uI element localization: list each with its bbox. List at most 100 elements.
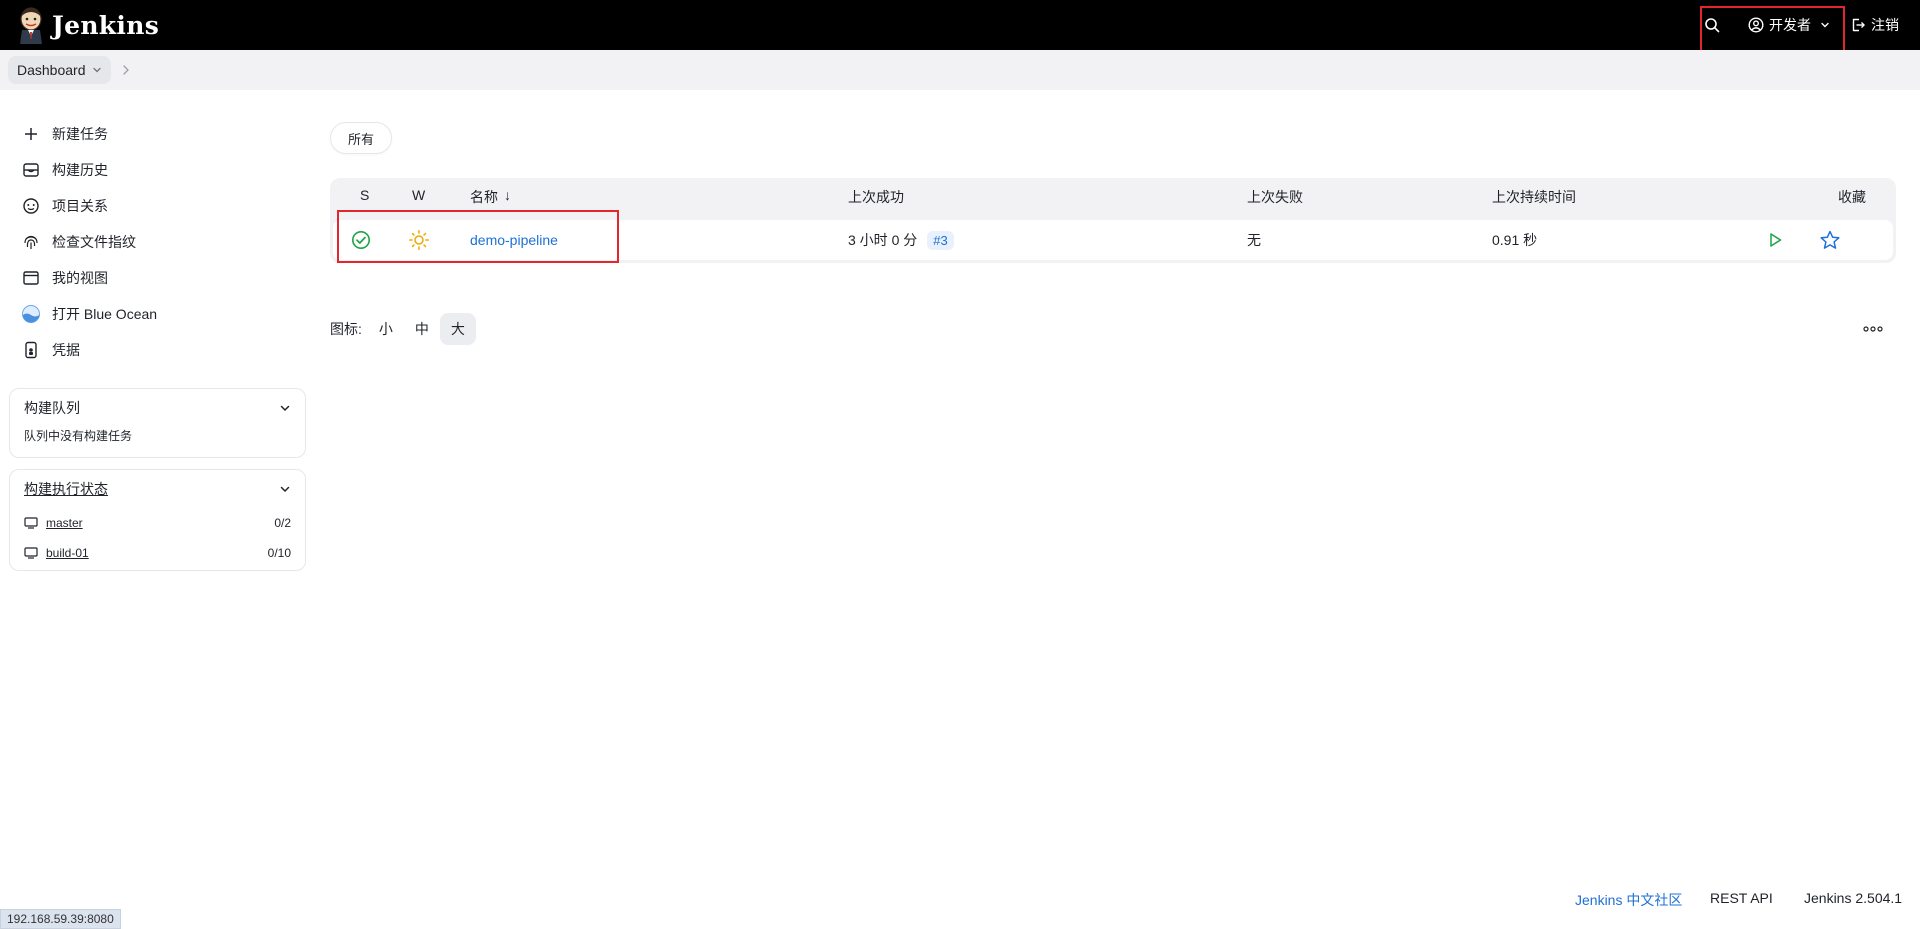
build-queue-empty-text: 队列中没有构建任务 [24, 429, 133, 443]
sidebar-tasks: 新建任务 构建历史 项目关系 检查文件指纹 我的视图 打开 Blue Ocean [20, 116, 310, 368]
footer-version[interactable]: Jenkins 2.504.1 [1804, 890, 1902, 906]
sidebar-item-build-history[interactable]: 构建历史 [20, 152, 310, 188]
success-status-icon[interactable] [351, 230, 371, 250]
executor-node-link[interactable]: master [46, 516, 83, 530]
user-icon [1748, 17, 1764, 33]
relationship-icon [20, 195, 42, 217]
jenkins-brand-name: Jenkins [52, 10, 160, 40]
build-queue-panel: 构建队列 队列中没有构建任务 [9, 388, 306, 458]
executor-list: master 0/2 build-01 0/10 [10, 508, 305, 576]
footer-rest-api-link[interactable]: REST API [1710, 890, 1773, 906]
chevron-down-icon [92, 67, 101, 73]
sidebar-item-label: 凭据 [52, 342, 80, 358]
column-header-weather[interactable]: W [412, 187, 425, 203]
job-last-success-cell: 3 小时 0 分 #3 [848, 220, 954, 260]
logout-icon [1852, 18, 1865, 32]
blue-ocean-icon [20, 303, 42, 325]
sidebar-item-fingerprint[interactable]: 检查文件指纹 [20, 224, 310, 260]
search-icon [1705, 18, 1720, 33]
job-status-cell [351, 220, 371, 260]
job-last-duration-cell: 0.91 秒 [1492, 220, 1537, 260]
executor-status-header[interactable]: 构建执行状态 [10, 470, 305, 508]
column-header-name[interactable]: 名称 ↓ [470, 187, 511, 207]
column-header-status[interactable]: S [360, 187, 369, 203]
sort-arrow-icon: ↓ [504, 187, 511, 203]
status-bar-url: 192.168.59.39:8080 [0, 909, 121, 929]
computer-icon [24, 517, 38, 529]
job-weather-cell [408, 220, 430, 260]
icon-size-selector: 图标: 小 中 大 [330, 313, 476, 345]
sidebar-item-new-job[interactable]: 新建任务 [20, 116, 310, 152]
status-url-text: 192.168.59.39:8080 [7, 912, 114, 926]
sidebar-item-blue-ocean[interactable]: 打开 Blue Ocean [20, 296, 310, 332]
tab-all-label: 所有 [347, 131, 374, 147]
footer-community-link[interactable]: Jenkins 中文社区 [1575, 890, 1682, 910]
sidebar-item-label: 我的视图 [52, 270, 108, 286]
logout-label: 注销 [1871, 17, 1899, 33]
breadcrumb-dashboard[interactable]: Dashboard [8, 56, 111, 84]
sidebar-item-label: 项目关系 [52, 198, 108, 214]
build-queue-title: 构建队列 [24, 400, 80, 416]
star-icon[interactable] [1819, 229, 1841, 251]
executor-node-status: 0/2 [274, 516, 291, 530]
job-build-cell [1766, 220, 1784, 260]
sidebar-item-label: 构建历史 [52, 162, 108, 178]
column-header-favorite: 收藏 [1838, 189, 1866, 205]
user-menu-button[interactable]: 开发者 [1739, 8, 1839, 42]
play-icon[interactable] [1766, 231, 1784, 249]
build-number-link[interactable]: #3 [927, 230, 954, 250]
sidebar-item-project-relationship[interactable]: 项目关系 [20, 188, 310, 224]
icon-size-medium[interactable]: 中 [404, 313, 440, 345]
jenkins-logo-icon [20, 7, 42, 44]
view-icon [20, 267, 42, 289]
tab-all[interactable]: 所有 [330, 122, 392, 154]
executor-node-status: 0/10 [267, 546, 291, 560]
chevron-down-icon [280, 486, 290, 493]
icon-size-small[interactable]: 小 [368, 313, 404, 345]
sidebar-item-my-views[interactable]: 我的视图 [20, 260, 310, 296]
job-favorite-cell [1819, 220, 1841, 260]
breadcrumb-dashboard-label: Dashboard [17, 62, 86, 78]
credentials-icon [20, 339, 42, 361]
jobs-table: S W 名称 ↓ 上次成功 上次失败 上次持续时间 收藏 demo-pipeli… [330, 178, 1896, 263]
sidebar-item-label: 检查文件指纹 [52, 234, 136, 250]
chevron-down-icon [280, 405, 290, 412]
column-header-last-duration[interactable]: 上次持续时间 [1492, 187, 1576, 207]
job-last-failure-cell: 无 [1247, 220, 1261, 260]
column-header-last-success[interactable]: 上次成功 [848, 187, 904, 207]
column-header-last-failure[interactable]: 上次失败 [1247, 187, 1303, 207]
jenkins-home-link[interactable]: Jenkins [0, 5, 159, 45]
executor-status-title[interactable]: 构建执行状态 [24, 479, 108, 499]
build-queue-body: 队列中没有构建任务 [10, 427, 305, 452]
logout-button[interactable]: 注销 [1841, 8, 1908, 42]
table-row: demo-pipeline 3 小时 0 分 #3 无 0.91 秒 [333, 220, 1893, 260]
user-name-label: 开发者 [1769, 17, 1811, 33]
executor-row: build-01 0/10 [24, 538, 291, 568]
plus-icon [20, 123, 42, 145]
chevron-right-icon [122, 65, 129, 75]
last-success-time: 3 小时 0 分 [848, 232, 918, 248]
executor-row: master 0/2 [24, 508, 291, 538]
computer-icon [24, 547, 38, 559]
icon-size-label: 图标: [330, 321, 362, 337]
more-icon [1863, 326, 1883, 332]
fingerprint-icon [20, 231, 42, 253]
chevron-down-icon [1821, 22, 1829, 28]
executor-node-link[interactable]: build-01 [46, 546, 89, 560]
page-header: Jenkins 开发者 注销 [0, 0, 1920, 50]
column-header-name-label: 名称 [470, 189, 498, 205]
sidebar-item-credentials[interactable]: 凭据 [20, 332, 310, 368]
breadcrumb: Dashboard [0, 50, 1920, 90]
sidebar-item-label: 新建任务 [52, 126, 108, 142]
sunny-weather-icon[interactable] [408, 229, 430, 251]
last-failure-value: 无 [1247, 232, 1261, 248]
build-queue-header[interactable]: 构建队列 [10, 389, 305, 427]
job-link[interactable]: demo-pipeline [470, 232, 558, 248]
icon-size-large[interactable]: 大 [439, 313, 476, 345]
more-options-button[interactable] [1858, 316, 1888, 342]
last-duration-value: 0.91 秒 [1492, 232, 1538, 248]
header-actions: 开发者 注销 [1695, 0, 1920, 50]
sidebar-item-label: 打开 Blue Ocean [52, 306, 158, 322]
search-button[interactable] [1695, 8, 1729, 42]
job-name-cell: demo-pipeline [470, 220, 558, 260]
